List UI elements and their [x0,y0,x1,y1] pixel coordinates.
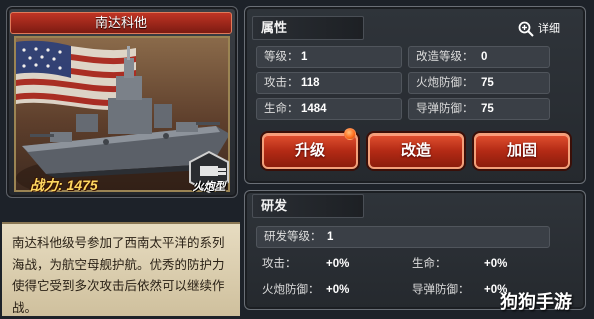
detail-button[interactable]: 详细 [518,20,570,38]
attr-level: 等级： 1 [256,46,402,68]
attributes-header: 属性 [252,16,364,40]
attr-artillery-defense: 火炮防御： 75 [408,72,550,94]
attr-missile-defense: 导弹防御： 75 [408,98,550,120]
upgrade-button[interactable]: 升级 [262,133,358,169]
research-header: 研发 [252,194,364,218]
ship-description: 南达科他级号参加了西南太平洋的系列海战，为航空母舰护航。优秀的防护力使得它受到多… [2,222,240,316]
attr-modify-level: 改造等级： 0 [408,46,550,68]
combat-power: 战力: 1475 [30,177,98,193]
site-watermark: 狗狗手游 [500,292,572,312]
research-missile-defense: 导弹防御： +0% [412,284,508,296]
notification-dot [344,128,356,140]
research-artillery-defense: 火炮防御： +0% [262,284,350,296]
detail-label: 详细 [538,23,560,35]
research-attack: 攻击： +0% [262,258,350,270]
ship-name: 南达科他 [10,12,232,34]
attr-attack: 攻击： 118 [256,72,402,94]
research-level: 研发等级： 1 [256,226,550,248]
ship-type-label: 火炮型 [192,181,226,193]
reinforce-button[interactable]: 加固 [474,133,570,169]
modify-button[interactable]: 改造 [368,133,464,169]
research-hp: 生命： +0% [412,258,508,270]
attr-hp: 生命： 1484 [256,98,402,120]
magnifier-plus-icon [518,21,534,37]
